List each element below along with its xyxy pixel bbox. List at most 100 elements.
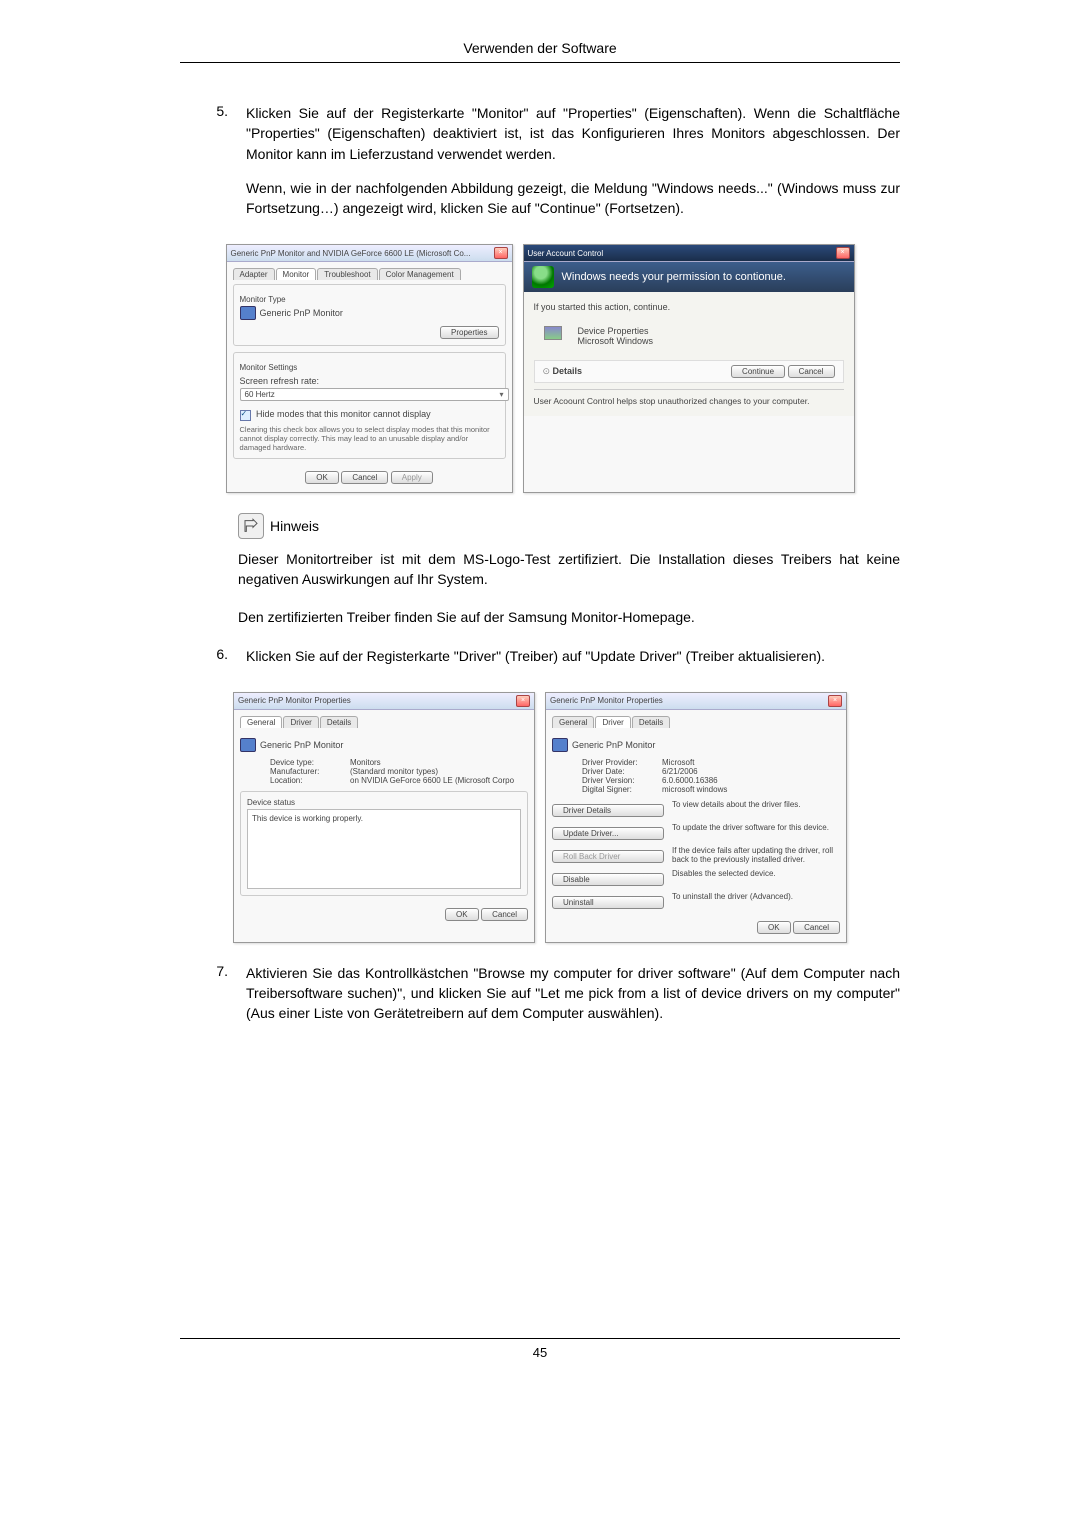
update-driver-text: To update the driver software for this d… [672,823,840,832]
dialog-title: Generic PnP Monitor Properties [238,696,351,705]
properties-button[interactable]: Properties [440,326,498,339]
dialog-titlebar: Generic PnP Monitor Properties × [234,693,534,710]
tab-details[interactable]: Details [320,716,358,728]
monitor-type-group: Monitor Type Generic PnP Monitor Propert… [233,284,506,346]
step-number: 7. [180,963,228,1038]
page-number: 45 [533,1345,547,1360]
uninstall-button[interactable]: Uninstall [552,896,664,909]
device-status-box: This device is working properly. [247,809,521,889]
uac-details-row: ⊙ Details Continue Cancel [534,360,844,383]
step-body: Klicken Sie auf der Registerkarte "Monit… [246,103,900,232]
monitor-icon [552,738,568,752]
ok-button[interactable]: OK [757,921,791,934]
uac-heading-bar: Windows needs your permission to contion… [524,262,854,292]
update-driver-button[interactable]: Update Driver... [552,827,664,840]
ok-button[interactable]: OK [445,908,479,921]
monitor-name: Generic PnP Monitor [572,740,655,750]
step-number: 5. [180,103,228,232]
device-type-label: Device type: [270,758,350,767]
uac-dialog: User Account Control × Windows needs you… [523,244,855,492]
step-7: 7. Aktivieren Sie das Kontrollkästchen "… [180,963,900,1038]
tab-color-management[interactable]: Color Management [379,268,461,280]
tab-troubleshoot[interactable]: Troubleshoot [317,268,377,280]
rollback-driver-button[interactable]: Roll Back Driver [552,850,664,863]
note-paragraph-2: Den zertifizierten Treiber finden Sie au… [238,607,900,627]
driver-version-value: 6.0.6000.16386 [662,776,718,785]
cancel-button[interactable]: Cancel [788,365,835,378]
note-heading: Hinweis [238,513,900,539]
monitor-name: Generic PnP Monitor [260,740,343,750]
ok-button[interactable]: OK [305,471,339,484]
step-6: 6. Klicken Sie auf der Registerkarte "Dr… [180,646,900,680]
flag-icon [544,326,562,340]
uac-started-line: If you started this action, continue. [534,302,844,312]
tab-driver[interactable]: Driver [595,716,630,728]
general-properties-dialog: Generic PnP Monitor Properties × General… [233,692,535,943]
monitor-type-label: Monitor Type [240,295,499,304]
refresh-rate-value: 60 Hertz [245,390,275,399]
close-icon[interactable]: × [516,695,530,707]
note-icon [238,513,264,539]
uac-title: User Account Control [528,249,604,258]
page-footer: 45 [180,1338,900,1360]
dialog-title: Generic PnP Monitor and NVIDIA GeForce 6… [231,249,471,258]
close-icon[interactable]: × [836,247,850,259]
cancel-button[interactable]: Cancel [341,471,388,484]
digital-signer-value: microsoft windows [662,785,727,794]
refresh-rate-label: Screen refresh rate: [240,376,499,386]
dialog-title: Generic PnP Monitor Properties [550,696,663,705]
disable-button[interactable]: Disable [552,873,664,886]
cancel-button[interactable]: Cancel [481,908,528,921]
driver-properties-dialog: Generic PnP Monitor Properties × General… [545,692,847,943]
uac-details-label[interactable]: Details [553,366,583,376]
uninstall-text: To uninstall the driver (Advanced). [672,892,840,901]
hide-modes-label: Hide modes that this monitor cannot disp… [256,409,431,419]
tab-general[interactable]: General [552,716,594,728]
driver-date-value: 6/21/2006 [662,767,698,776]
tab-details[interactable]: Details [632,716,670,728]
hide-modes-checkbox[interactable] [240,410,251,421]
manufacturer-label: Manufacturer: [270,767,350,776]
refresh-rate-select[interactable]: 60 Hertz ▾ [240,388,509,401]
location-label: Location: [270,776,350,785]
hide-modes-help: Clearing this check box allows you to se… [240,425,499,452]
driver-date-label: Driver Date: [582,767,662,776]
monitor-properties-dialog: Generic PnP Monitor and NVIDIA GeForce 6… [226,244,513,492]
driver-provider-value: Microsoft [662,758,694,767]
apply-button[interactable]: Apply [391,471,433,484]
tab-general[interactable]: General [240,716,282,728]
page-content: Verwenden der Software 5. Klicken Sie au… [180,0,900,1380]
tab-monitor[interactable]: Monitor [276,268,317,280]
page-header-title: Verwenden der Software [180,40,900,63]
step5-paragraph-1: Klicken Sie auf der Registerkarte "Monit… [246,103,900,164]
tab-driver[interactable]: Driver [283,716,318,728]
step5-paragraph-2: Wenn, wie in der nachfolgenden Abbildung… [246,178,900,219]
digital-signer-label: Digital Signer: [582,785,662,794]
tab-adapter[interactable]: Adapter [233,268,275,280]
uac-heading: Windows needs your permission to contion… [562,271,786,283]
monitor-settings-label: Monitor Settings [240,363,499,372]
note-paragraph-1: Dieser Monitortreiber ist mit dem MS-Log… [238,549,900,590]
driver-provider-label: Driver Provider: [582,758,662,767]
driver-details-button[interactable]: Driver Details [552,804,664,817]
step6-text: Klicken Sie auf der Registerkarte "Drive… [246,646,900,666]
uac-ms-windows: Microsoft Windows [578,336,654,346]
device-status-text: This device is working properly. [252,814,363,823]
manufacturer-value: (Standard monitor types) [350,767,438,776]
cancel-button[interactable]: Cancel [793,921,840,934]
driver-version-label: Driver Version: [582,776,662,785]
continue-button[interactable]: Continue [731,365,785,378]
chevron-down-icon: ▾ [499,390,503,399]
disable-text: Disables the selected device. [672,869,840,878]
window-controls: × [494,247,508,259]
step7-text: Aktivieren Sie das Kontrollkästchen "Bro… [246,963,900,1024]
uac-device-properties: Device Properties [578,326,654,336]
monitor-settings-group: Monitor Settings Screen refresh rate: 60… [233,352,506,458]
monitor-name: Generic PnP Monitor [260,308,343,318]
uac-body: If you started this action, continue. De… [524,292,854,416]
dialog-buttons: OK Cancel Apply [233,465,506,486]
close-icon[interactable]: × [494,247,508,259]
close-icon[interactable]: × [828,695,842,707]
rollback-driver-text: If the device fails after updating the d… [672,846,840,864]
chevron-down-icon[interactable]: ⊙ [543,366,553,376]
